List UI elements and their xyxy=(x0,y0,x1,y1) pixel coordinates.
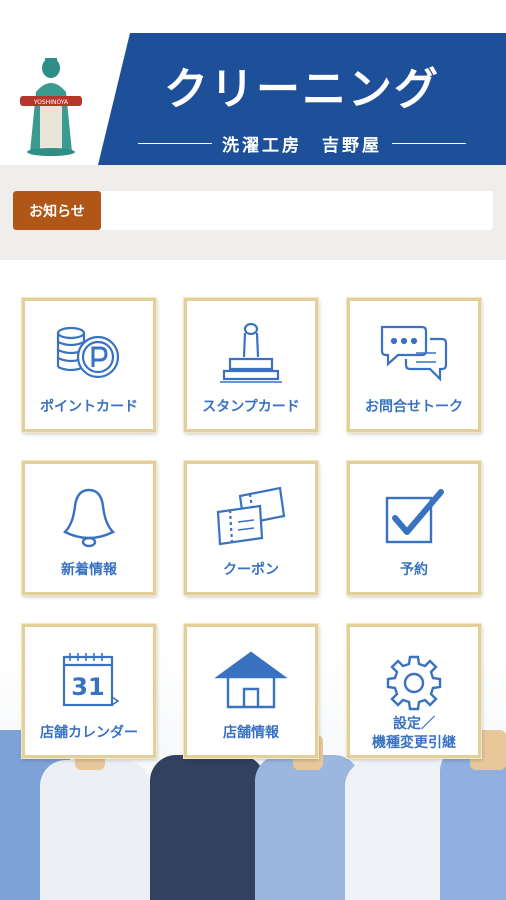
bell-icon xyxy=(62,488,116,548)
menu-item-label: 店舗情報 xyxy=(223,725,279,741)
menu-item-coupon[interactable]: クーポン xyxy=(184,461,318,595)
store-house-icon xyxy=(214,651,288,709)
menu-item-news[interactable]: 新着情報 xyxy=(22,461,156,595)
menu-item-label: ポイントカード xyxy=(40,399,138,415)
checkbox-icon xyxy=(385,489,444,544)
menu-item-label: 機種変更引継 xyxy=(372,735,456,751)
menu-item-label: お問合せトーク xyxy=(365,399,463,415)
menu-item-contact-talk[interactable]: お問合せトーク xyxy=(347,298,481,432)
gear-icon xyxy=(386,655,442,711)
menu-item-reservation[interactable]: 予約 xyxy=(347,461,481,595)
chat-bubbles-icon xyxy=(380,325,448,382)
coupon-tickets-icon xyxy=(216,486,286,546)
menu-item-stamp-card[interactable]: スタンプカード xyxy=(184,298,318,432)
menu-item-store-calendar[interactable]: 31 店舗カレンダー xyxy=(22,624,156,758)
menu-item-store-info[interactable]: 店舗情報 xyxy=(184,624,318,758)
menu-item-label: スタンプカード xyxy=(202,399,300,415)
menu-item-point-card[interactable]: ポイントカード xyxy=(22,298,156,432)
menu-item-label: 予約 xyxy=(400,562,428,578)
menu-item-label: 設定／ xyxy=(393,716,435,732)
menu-item-label: 新着情報 xyxy=(61,562,117,578)
calendar-icon: 31 xyxy=(62,653,120,707)
points-coins-icon xyxy=(56,326,120,379)
menu-item-label: 店舗カレンダー xyxy=(40,725,138,741)
stamp-icon xyxy=(220,323,282,383)
menu-grid: ポイントカード スタンプカード お問合せトーク 新着情報 クーポン 予約 31 … xyxy=(0,0,506,900)
menu-item-settings[interactable]: 設定／ 機種変更引継 xyxy=(347,624,481,758)
menu-item-label: クーポン xyxy=(223,562,279,578)
calendar-day-number: 31 xyxy=(71,673,104,701)
